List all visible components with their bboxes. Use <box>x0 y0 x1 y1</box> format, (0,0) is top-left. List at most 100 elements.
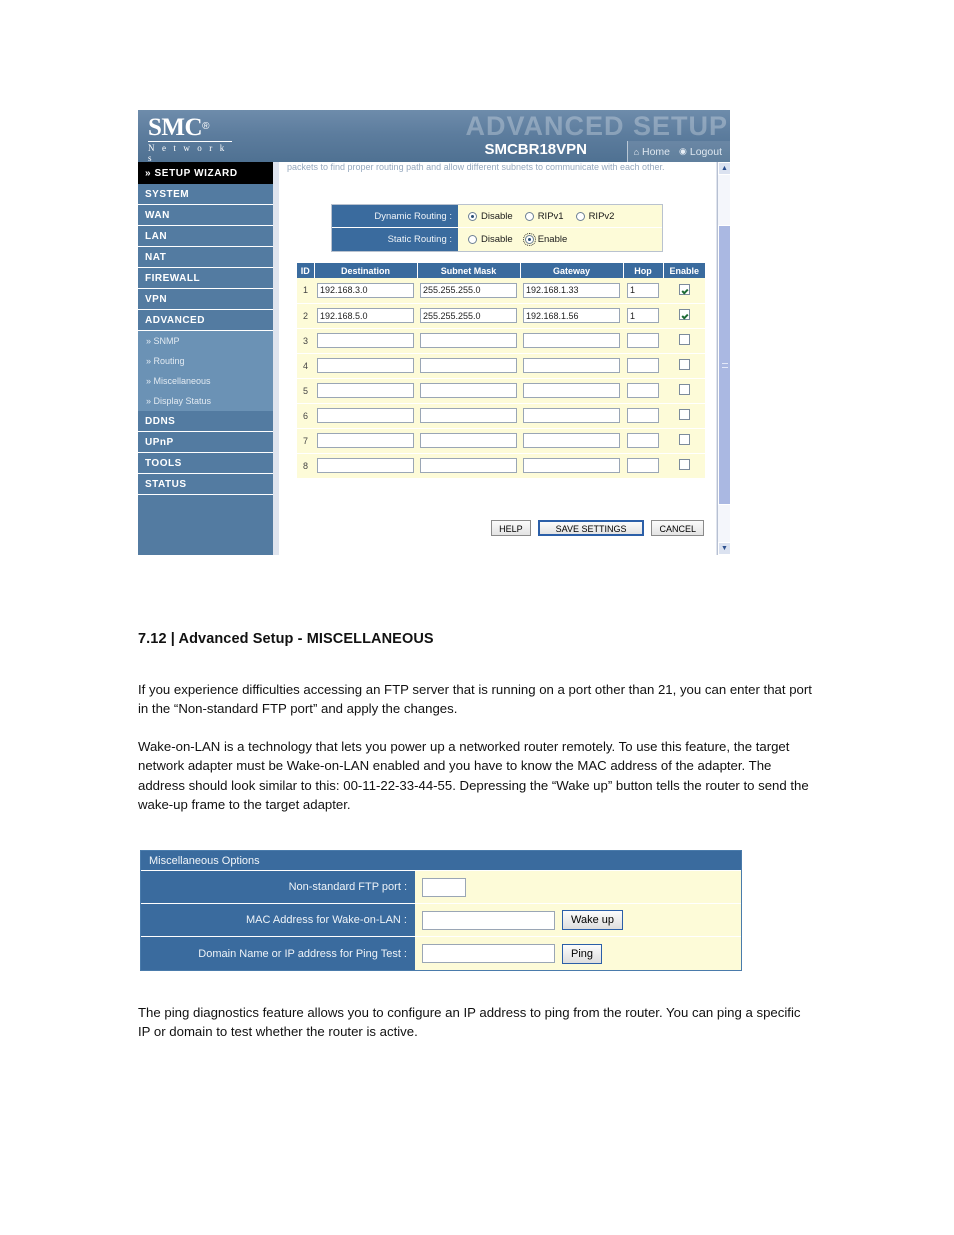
destination-input[interactable] <box>317 433 414 448</box>
row-id: 2 <box>297 303 314 329</box>
sidebar-item-status[interactable]: STATUS <box>138 474 273 495</box>
radio-icon <box>468 211 477 221</box>
hop-input[interactable] <box>627 282 659 298</box>
gateway-input[interactable] <box>523 282 620 298</box>
nav-home[interactable]: ⌂ Home <box>634 146 670 158</box>
table-row: 8 <box>297 453 705 479</box>
nav-logout-label: Logout <box>689 145 722 158</box>
cancel-button[interactable]: CANCEL <box>651 520 704 536</box>
cell-subnet-mask <box>417 453 520 479</box>
save-settings-button[interactable]: SAVE SETTINGS <box>537 520 645 536</box>
scroll-up-arrow-icon[interactable]: ▲ <box>718 162 730 175</box>
destination-input[interactable] <box>317 333 414 348</box>
enable-checkbox[interactable] <box>678 384 690 395</box>
destination-input[interactable] <box>317 458 414 473</box>
sidebar-subitem-display-status[interactable]: » Display Status <box>138 391 273 411</box>
vertical-scrollbar[interactable]: ▲ ▼ <box>717 162 730 555</box>
sidebar-subitem-miscellaneous[interactable]: » Miscellaneous <box>138 371 273 391</box>
hop-input[interactable] <box>627 408 659 423</box>
gateway-input[interactable] <box>523 383 620 398</box>
ftp-port-input[interactable] <box>422 877 466 897</box>
cell-enable <box>663 328 705 354</box>
sidebar-subitem-routing[interactable]: » Routing <box>138 351 273 371</box>
nav-logout[interactable]: ◉ Logout <box>679 146 722 158</box>
subnet-mask-input[interactable] <box>420 433 517 448</box>
cell-enable <box>663 428 705 454</box>
hop-input[interactable] <box>627 458 659 473</box>
section-heading: 7.12 | Advanced Setup - MISCELLANEOUS <box>138 631 434 647</box>
mac-address-input[interactable] <box>422 910 555 930</box>
table-row: 6 <box>297 403 705 429</box>
enable-checkbox[interactable] <box>678 283 690 295</box>
enable-checkbox[interactable] <box>678 434 690 445</box>
ping-test-input[interactable] <box>422 944 555 963</box>
hop-input[interactable] <box>627 383 659 398</box>
wake-up-button[interactable]: Wake up <box>562 910 624 930</box>
scrollbar-track[interactable] <box>718 175 730 542</box>
static-routing-enable-label: Enable <box>537 234 568 245</box>
sidebar-item-tools[interactable]: TOOLS <box>138 453 273 474</box>
dynamic-routing-ripv1[interactable]: RIPv1 <box>524 211 564 222</box>
destination-input[interactable] <box>317 282 414 298</box>
sidebar-item-ddns[interactable]: DDNS <box>138 411 273 432</box>
subnet-mask-input[interactable] <box>420 383 517 398</box>
scroll-down-arrow-icon[interactable]: ▼ <box>718 542 730 555</box>
radio-icon <box>575 211 585 221</box>
clipped-description: packets to find proper routing path and … <box>287 162 665 172</box>
destination-input[interactable] <box>317 308 414 323</box>
routing-table-body: 12345678 <box>297 278 705 479</box>
subnet-mask-input[interactable] <box>420 358 517 373</box>
row-id: 1 <box>297 278 314 304</box>
subnet-mask-input[interactable] <box>420 282 517 298</box>
gateway-input[interactable] <box>523 433 620 448</box>
cell-hop <box>623 278 663 304</box>
enable-checkbox[interactable] <box>678 459 690 470</box>
destination-input[interactable] <box>317 358 414 373</box>
subnet-mask-input[interactable] <box>420 458 517 473</box>
gateway-input[interactable] <box>523 408 620 423</box>
sidebar-item-advanced[interactable]: ADVANCED <box>138 310 273 331</box>
hop-input[interactable] <box>627 333 659 348</box>
enable-checkbox[interactable] <box>678 334 690 345</box>
sidebar-subitem-snmp[interactable]: » SNMP <box>138 331 273 351</box>
cell-hop <box>623 453 663 479</box>
subnet-mask-input[interactable] <box>420 308 517 323</box>
ping-button[interactable]: Ping <box>562 943 603 964</box>
paragraph-wake-on-lan: Wake-on-LAN is a technology that lets yo… <box>138 739 809 812</box>
gateway-input[interactable] <box>523 458 620 473</box>
hop-input[interactable] <box>627 433 659 448</box>
enable-checkbox[interactable] <box>678 309 690 320</box>
subnet-mask-input[interactable] <box>420 333 517 348</box>
destination-input[interactable] <box>317 408 414 423</box>
sidebar-item-vpn[interactable]: VPN <box>138 289 273 310</box>
static-routing-enable[interactable]: Enable <box>522 233 568 246</box>
sidebar-item-wan[interactable]: WAN <box>138 205 273 226</box>
col-hop: Hop <box>623 263 664 278</box>
dynamic-routing-disable[interactable]: Disable <box>468 211 513 222</box>
subnet-mask-input[interactable] <box>420 408 517 423</box>
sidebar-item-nat[interactable]: NAT <box>138 247 273 268</box>
sidebar-item-setup-wizard[interactable]: » SETUP WIZARD <box>138 162 273 184</box>
logo-subtitle: N e t w o r k s <box>148 141 232 162</box>
sidebar-item-lan[interactable]: LAN <box>138 226 273 247</box>
gateway-input[interactable] <box>523 358 620 373</box>
enable-checkbox[interactable] <box>678 409 690 420</box>
cell-destination <box>314 428 417 454</box>
help-button[interactable]: HELP <box>491 520 531 536</box>
hop-input[interactable] <box>627 358 659 373</box>
cell-gateway <box>520 303 623 329</box>
gateway-input[interactable] <box>523 308 620 323</box>
dynamic-routing-ripv2[interactable]: RIPv2 <box>575 211 614 222</box>
scrollbar-thumb[interactable] <box>718 225 730 505</box>
hop-input[interactable] <box>627 308 659 323</box>
gateway-input[interactable] <box>523 333 620 348</box>
static-routing-disable[interactable]: Disable <box>468 234 513 245</box>
cell-hop <box>623 328 663 354</box>
destination-input[interactable] <box>317 383 414 398</box>
sidebar-item-firewall[interactable]: FIREWALL <box>138 268 273 289</box>
sidebar-item-system[interactable]: SYSTEM <box>138 184 273 205</box>
form-actions: HELP SAVE SETTINGS CANCEL <box>491 520 704 536</box>
enable-checkbox[interactable] <box>678 359 690 370</box>
sidebar-item-upnp[interactable]: UPnP <box>138 432 273 453</box>
radio-icon <box>522 233 536 246</box>
